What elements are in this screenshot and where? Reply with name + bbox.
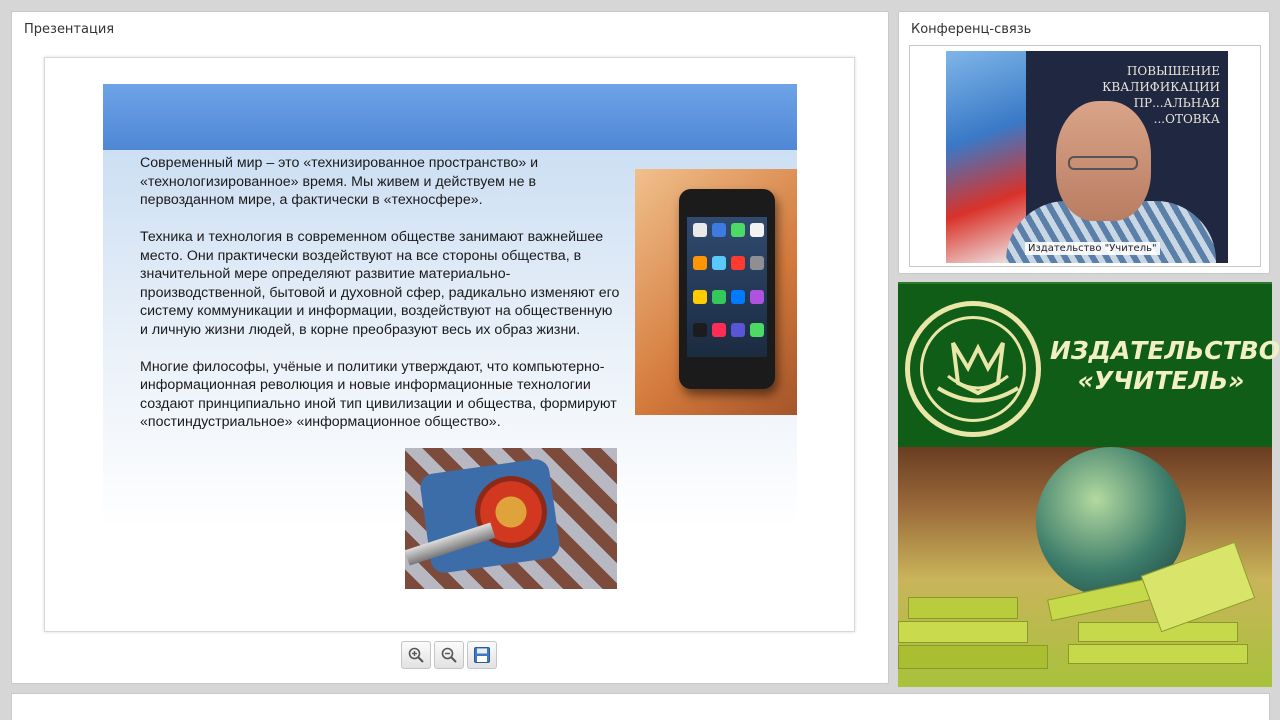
presentation-panel: Презентация Современный мир – это «техни… xyxy=(11,11,889,684)
presentation-title: Презентация xyxy=(24,22,115,37)
books-globe-image xyxy=(898,447,1272,687)
slide-paragraph: Многие философы, учёные и политики утвер… xyxy=(140,358,617,431)
gearbox-image xyxy=(405,448,617,589)
slide-paragraph: Современный мир – это «технизированное п… xyxy=(140,155,539,208)
save-icon xyxy=(474,647,490,663)
slide-header-bar xyxy=(103,84,797,150)
publisher-banner: ИЗДАТЕЛЬСТВО «УЧИТЕЛЬ» xyxy=(898,282,1280,447)
slide-text: Современный мир – это «технизированное п… xyxy=(140,154,620,450)
zoom-out-button[interactable] xyxy=(434,641,464,669)
webcam-video[interactable]: ПОВЫШЕНИЕ КВАЛИФИКАЦИИ ПР...АЛЬНАЯ ...ОТ… xyxy=(946,51,1228,263)
conference-title: Конференц-связь xyxy=(911,22,1032,37)
zoom-in-button[interactable] xyxy=(401,641,431,669)
publisher-logo xyxy=(905,301,1041,437)
slide-paragraph: Техника и технология в современном общес… xyxy=(140,229,620,338)
save-button[interactable] xyxy=(467,641,497,669)
publisher-name: ИЗДАТЕЛЬСТВО «УЧИТЕЛЬ» xyxy=(1050,336,1280,395)
zoom-in-icon xyxy=(408,647,424,663)
video-frame: ПОВЫШЕНИЕ КВАЛИФИКАЦИИ ПР...АЛЬНАЯ ...ОТ… xyxy=(909,45,1261,267)
smartphone-image xyxy=(635,169,797,415)
zoom-out-icon xyxy=(441,647,457,663)
bottom-panel xyxy=(11,693,1270,720)
conference-panel: Конференц-связь ПОВЫШЕНИЕ КВАЛИФИКАЦИИ П… xyxy=(898,11,1270,274)
slide: Современный мир – это «технизированное п… xyxy=(103,84,797,589)
slide-viewer[interactable]: Современный мир – это «технизированное п… xyxy=(44,57,855,632)
video-caption: Издательство "Учитель" xyxy=(1025,242,1160,255)
